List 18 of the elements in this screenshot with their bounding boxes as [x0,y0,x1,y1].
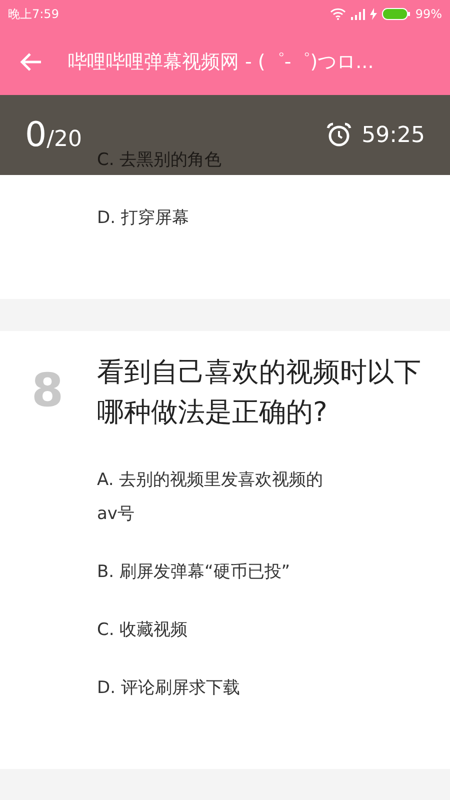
alarm-clock-icon [326,122,352,148]
toolbar-title: 哔哩哔哩弹幕视频网 - (゜-゜)つロ... [68,50,374,74]
answer-option[interactable]: C. 收藏视频 [97,613,337,647]
battery-icon [382,8,410,20]
answer-option[interactable]: D. 评论刷屏求下载 [97,671,337,705]
answer-option[interactable]: D. 打穿屏幕 [97,201,222,235]
question-text: 看到自己喜欢的视频时以下哪种做法是正确的? [97,356,422,430]
answer-option[interactable]: B. 刷屏发弹幕“硬币已投” [97,555,337,589]
back-arrow-icon[interactable] [20,52,42,72]
signal-icon [351,8,366,20]
timer-text: 59:25 [362,122,425,148]
status-time: 晚上7:59 [8,6,59,22]
wifi-icon [330,8,346,20]
total-count: /20 [46,127,82,152]
answer-option[interactable]: A. 去别的视频里发喜欢视频的av号 [97,463,337,531]
charging-icon [370,8,378,20]
answered-count: 0 [25,115,47,155]
battery-percent: 99% [415,7,442,21]
